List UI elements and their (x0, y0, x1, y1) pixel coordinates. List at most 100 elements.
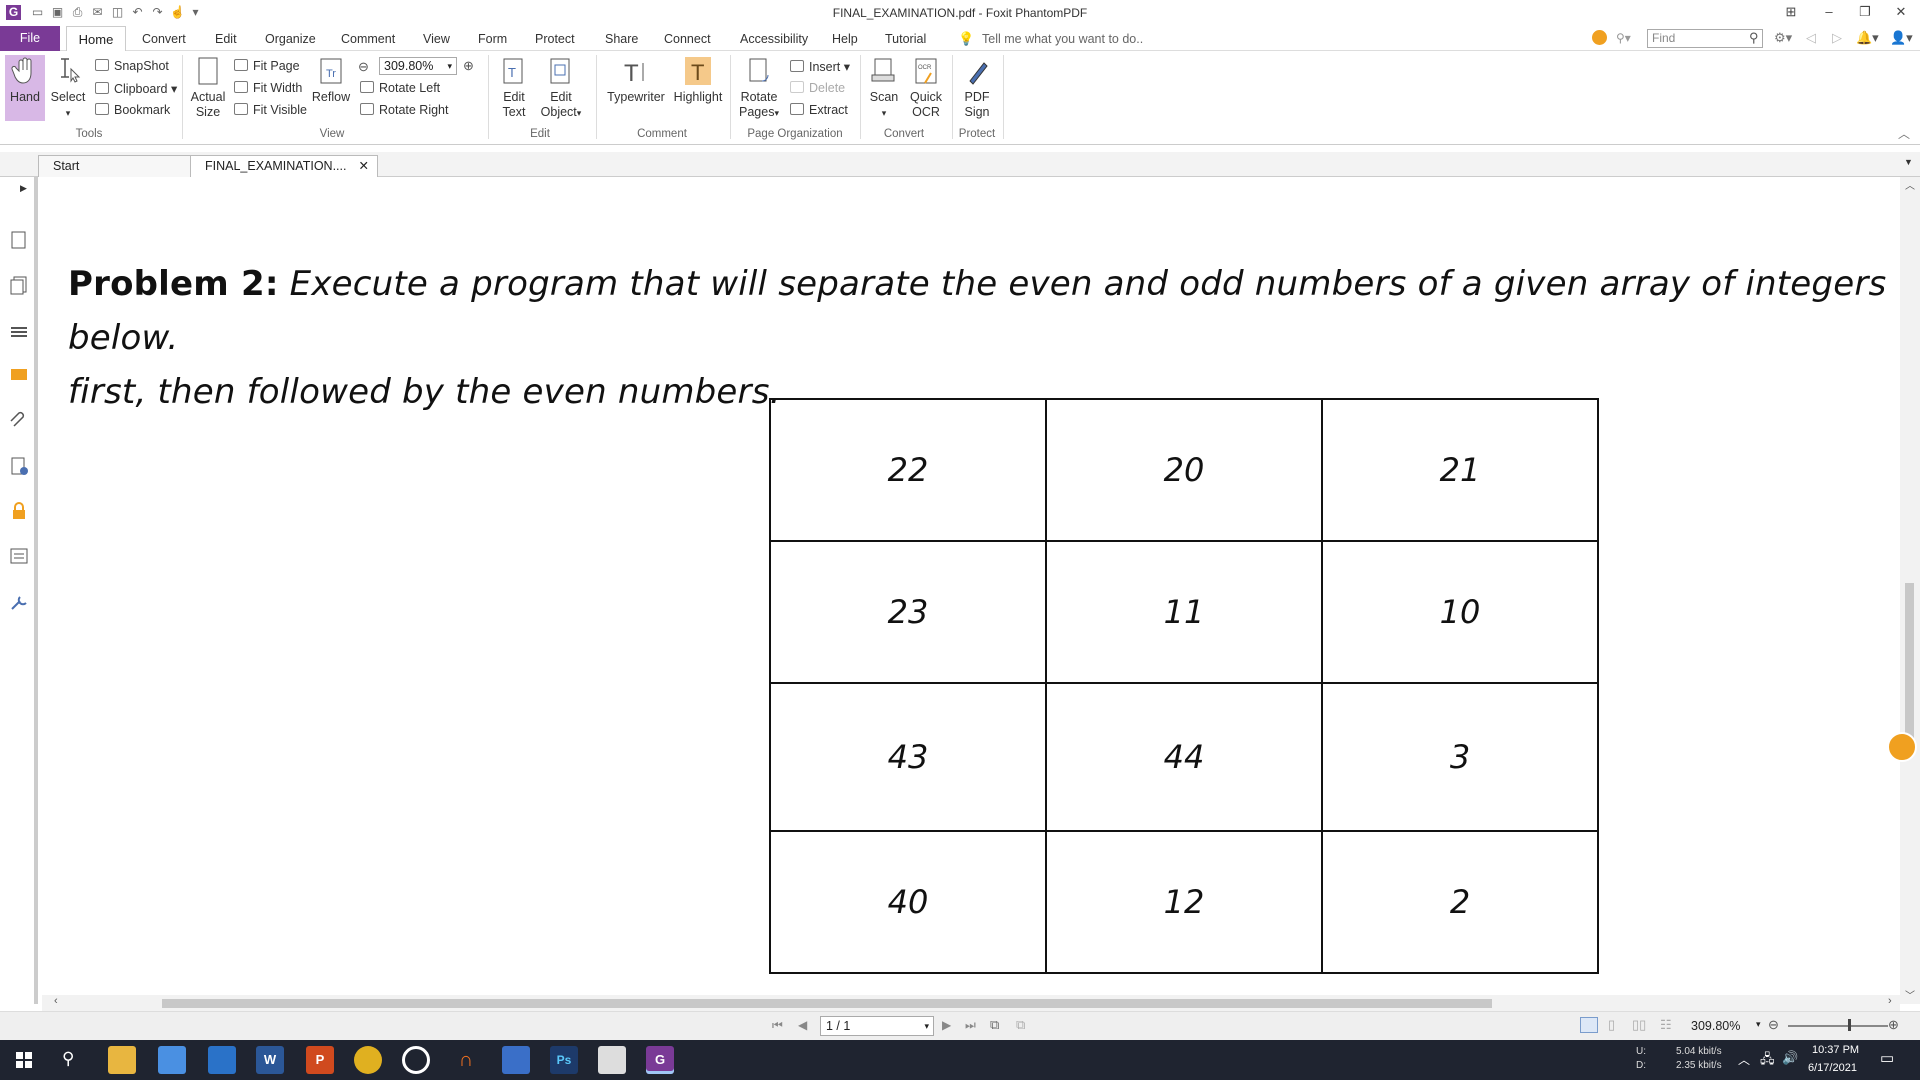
tab-document[interactable]: FINAL_EXAMINATION.... ✕ (190, 155, 378, 177)
word-icon[interactable]: W (256, 1046, 284, 1074)
single-page-icon[interactable] (1580, 1017, 1598, 1033)
quick-ocr-button[interactable]: OCR Quick OCR (906, 55, 946, 120)
horizontal-scrollbar[interactable]: ‹ › (42, 995, 1900, 1011)
find-input[interactable]: Find (1647, 29, 1763, 48)
page-thumbnails-icon[interactable] (8, 229, 30, 251)
search-options-icon[interactable]: ⚲▾ (1616, 31, 1631, 45)
assistant-icon[interactable] (1887, 732, 1917, 762)
form-fields-icon[interactable] (8, 545, 30, 567)
menu-view[interactable]: View (423, 32, 450, 46)
collapse-ribbon-icon[interactable]: ︿ (1898, 125, 1910, 142)
file-explorer-icon[interactable] (108, 1046, 136, 1074)
scroll-right-icon[interactable]: › (1888, 995, 1892, 1007)
search-icon[interactable]: ⚲ (1749, 30, 1759, 46)
windows-start-icon[interactable] (10, 1046, 38, 1074)
menu-form[interactable]: Form (478, 32, 507, 46)
close-tab-icon[interactable]: ✕ (359, 156, 369, 176)
menu-comment[interactable]: Comment (341, 32, 395, 46)
menu-organize[interactable]: Organize (265, 32, 316, 46)
page-number-input[interactable]: 1 / 1 ▾ (820, 1016, 934, 1036)
rotate-right-button[interactable]: Rotate Right (360, 103, 448, 117)
attachment-icon[interactable] (8, 410, 30, 432)
obs-icon[interactable] (402, 1046, 430, 1074)
zoom-combo[interactable]: 309.80% ▾ (379, 57, 457, 75)
scroll-left-icon[interactable]: ‹ (54, 995, 58, 1007)
expand-panel-icon[interactable]: ▶ (20, 183, 27, 194)
back-icon[interactable]: ◁ (1806, 30, 1816, 46)
chrome-icon[interactable] (354, 1046, 382, 1074)
hand-button[interactable]: Hand (5, 55, 45, 121)
forward-icon[interactable]: ▷ (1832, 30, 1842, 46)
menu-tutorial[interactable]: Tutorial (885, 32, 926, 46)
extract-button[interactable]: Extract (790, 103, 848, 117)
network-icon[interactable]: 🖧 (1760, 1050, 1775, 1072)
edit-text-button[interactable]: T Edit Text (494, 55, 534, 120)
menu-share[interactable]: Share (605, 32, 638, 46)
actual-size-button[interactable]: Actual Size (188, 55, 228, 120)
insert-button[interactable]: Insert ▾ (790, 59, 850, 74)
zoom-slider-thumb[interactable] (1848, 1019, 1851, 1031)
lock-icon[interactable] (8, 500, 30, 522)
zoom-in-status-icon[interactable]: ⊕ (1888, 1017, 1899, 1033)
tools-wrench-icon[interactable] (8, 591, 30, 613)
previous-page-icon[interactable]: ◀ (798, 1018, 807, 1032)
tell-me-input[interactable]: Tell me what you want to do.. (982, 32, 1143, 46)
menu-help[interactable]: Help (832, 32, 858, 46)
audio-app-icon[interactable]: ∩ (452, 1046, 480, 1074)
snapshot-button[interactable]: SnapShot (95, 59, 169, 73)
menu-accessibility[interactable]: Accessibility (740, 32, 808, 46)
devcpp-icon[interactable] (502, 1046, 530, 1074)
scroll-up-icon[interactable]: ︿ (1905, 177, 1915, 192)
window-app-icon[interactable] (598, 1046, 626, 1074)
store-icon[interactable] (158, 1046, 186, 1074)
zoom-dropdown-icon[interactable]: ▾ (1756, 1019, 1761, 1030)
comments-icon[interactable] (8, 365, 30, 387)
clock-date[interactable]: 6/17/2021 (1808, 1062, 1857, 1074)
action-center-icon[interactable]: ▭ (1880, 1049, 1894, 1067)
delete-button[interactable]: Delete (790, 81, 845, 95)
clipboard-button[interactable]: Clipboard ▾ (95, 81, 177, 96)
zoom-out-status-icon[interactable]: ⊖ (1768, 1017, 1779, 1033)
facing-icon[interactable]: ▯▯ (1632, 1017, 1646, 1033)
tray-chevron-icon[interactable]: ︿ (1738, 1051, 1750, 1068)
vertical-scroll-thumb[interactable] (1905, 583, 1914, 753)
mail-icon[interactable] (208, 1046, 236, 1074)
continuous-facing-icon[interactable]: ☷ (1660, 1017, 1672, 1033)
tab-start[interactable]: Start (38, 155, 192, 177)
ribbon-options-icon[interactable]: ⊞ (1780, 3, 1802, 21)
zoom-level[interactable]: 309.80% (1691, 1019, 1740, 1033)
fit-visible-button[interactable]: Fit Visible (234, 103, 307, 117)
last-page-icon[interactable]: ⏭ (965, 1018, 976, 1033)
horizontal-scroll-thumb[interactable] (162, 999, 1492, 1008)
previous-view-icon[interactable]: ⧉ (990, 1017, 999, 1033)
stack-icon[interactable] (8, 320, 30, 342)
gear-icon[interactable]: ⚙▾ (1774, 30, 1792, 46)
maximize-button[interactable]: ❐ (1854, 3, 1876, 21)
edit-object-button[interactable]: Edit Object▾ (536, 55, 586, 121)
select-button[interactable]: Select ▾ (48, 55, 88, 121)
minimize-button[interactable]: – (1818, 3, 1840, 21)
rotate-pages-button[interactable]: Rotate Pages▾ (734, 55, 784, 121)
fit-width-button[interactable]: Fit Width (234, 81, 302, 95)
bookmark-button[interactable]: Bookmark (95, 103, 170, 117)
menu-home[interactable]: Home (66, 26, 126, 52)
scroll-down-icon[interactable]: ﹀ (1905, 987, 1915, 1002)
continuous-icon[interactable]: ▯ (1608, 1017, 1615, 1033)
next-view-icon[interactable]: ⧉ (1016, 1017, 1025, 1033)
vertical-scrollbar[interactable]: ︿ ﹀ (1887, 177, 1920, 1004)
pdf-sign-button[interactable]: PDF Sign (956, 55, 998, 120)
user-icon[interactable]: 👤▾ (1890, 30, 1913, 46)
zoom-slider[interactable] (1788, 1025, 1888, 1027)
menu-file[interactable]: File (0, 26, 60, 51)
bell-icon[interactable]: 🔔▾ (1856, 30, 1879, 46)
foxit-taskbar-icon[interactable]: G (646, 1046, 674, 1074)
close-button[interactable]: ✕ (1890, 3, 1912, 21)
menu-protect[interactable]: Protect (535, 32, 575, 46)
rotate-left-button[interactable]: Rotate Left (360, 81, 440, 95)
reflow-button[interactable]: Tr Reflow (310, 55, 352, 105)
typewriter-button[interactable]: T Typewriter (604, 55, 668, 105)
next-page-icon[interactable]: ▶ (942, 1018, 951, 1032)
notification-icon[interactable] (1592, 30, 1607, 45)
photoshop-icon[interactable]: Ps (550, 1046, 578, 1074)
zoom-out-icon[interactable]: ⊖ (358, 59, 369, 75)
